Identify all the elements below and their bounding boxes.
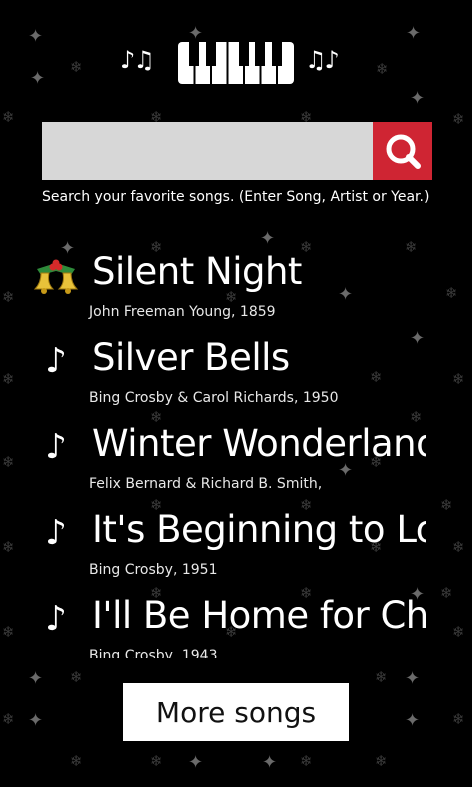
song-title: It's Beginning to Look a Lot Like Christ…: [92, 508, 426, 551]
song-artist: Bing Crosby, 1943: [89, 648, 218, 658]
list-item[interactable]: ♪ I'll Be Home for Christmas Bing Crosby…: [28, 592, 426, 658]
music-note-icon: ♪: [45, 599, 67, 639]
music-note-icon: ♪: [45, 427, 67, 467]
bells-icon: [28, 252, 84, 298]
search-bar: [42, 122, 432, 180]
app-window: ✦ ✦ ✦ ❄ ❄ ✦ ✦ ❄ ❄ ❄ ❄ ✦ ❄ ❄ ❄ ✦ ✦ ❄ ❄ ❄ …: [0, 0, 472, 787]
song-artist: Bing Crosby, 1951: [89, 562, 218, 578]
piano-keys-icon: [178, 42, 294, 84]
song-artist: Felix Bernard & Richard B. Smith,: [89, 476, 323, 492]
list-item[interactable]: Silent Night John Freeman Young, 1859: [28, 248, 426, 334]
song-title: Winter Wonderland: [92, 422, 426, 465]
search-input[interactable]: [42, 122, 373, 180]
song-title: Silver Bells: [92, 336, 290, 379]
search-hint: Search your favorite songs. (Enter Song,…: [42, 189, 430, 205]
song-list: Silent Night John Freeman Young, 1859 ♪ …: [28, 248, 426, 658]
list-item[interactable]: ♪ Silver Bells Bing Crosby & Carol Richa…: [28, 334, 426, 420]
music-notes-icon: ♪♫: [120, 46, 155, 74]
search-icon: [386, 134, 421, 169]
list-item[interactable]: ♪ It's Beginning to Look a Lot Like Chri…: [28, 506, 426, 592]
song-title: Silent Night: [92, 250, 302, 293]
music-note-icon: ♪: [45, 341, 67, 381]
music-note-icon: ♪: [45, 513, 67, 553]
app-logo: ♪♫ ♫♪: [0, 40, 472, 86]
song-artist: Bing Crosby & Carol Richards, 1950: [89, 390, 339, 406]
list-item[interactable]: ♪ Winter Wonderland Felix Bernard & Rich…: [28, 420, 426, 506]
song-title: I'll Be Home for Christmas: [92, 594, 426, 637]
more-songs-button[interactable]: More songs: [123, 683, 349, 741]
music-notes-icon: ♫♪: [305, 46, 340, 74]
song-artist: John Freeman Young, 1859: [89, 304, 276, 320]
search-button[interactable]: [373, 122, 432, 180]
